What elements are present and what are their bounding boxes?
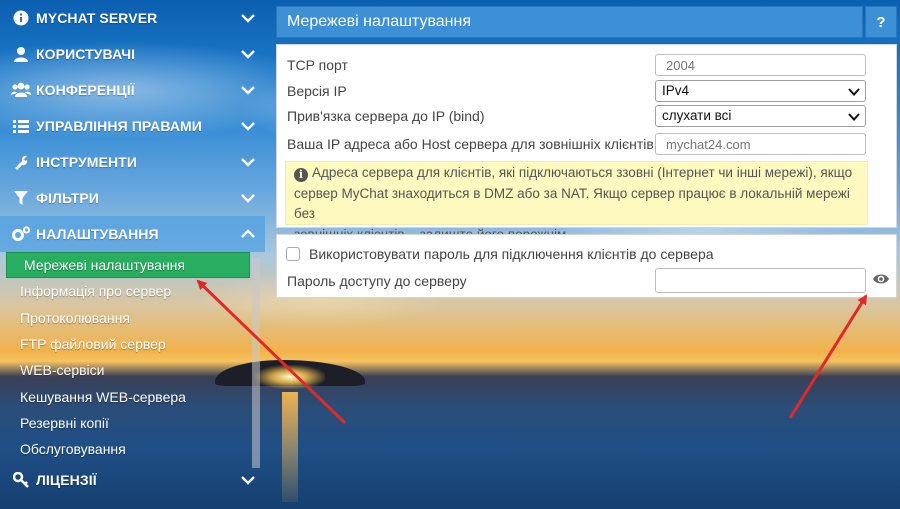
sidebar-item-label: НАЛАШТУВАННЯ xyxy=(36,226,159,242)
user-icon xyxy=(11,45,31,63)
sidebar-item-label: ІНСТРУМЕНТИ xyxy=(36,154,138,170)
sidebar-item-filters[interactable]: ФІЛЬТРИ xyxy=(0,180,265,216)
use-password-checkbox[interactable] xyxy=(286,247,300,261)
ip-version-value: IPv4 xyxy=(662,83,690,98)
sidebar-item-label: ФІЛЬТРИ xyxy=(36,190,99,206)
password-input[interactable] xyxy=(655,268,866,293)
sidebar-item-settings[interactable]: НАЛАШТУВАННЯ xyxy=(0,216,265,252)
chevron-down-icon xyxy=(241,50,255,59)
users-icon xyxy=(11,81,31,99)
sidebar: MYCHAT SERVER КОРИСТУВАЧІ КОНФЕРЕНЦІЇ УП… xyxy=(0,0,265,509)
chevron-down-icon xyxy=(241,14,255,23)
arrow-to-eye-icon xyxy=(788,294,868,419)
info-circle-icon xyxy=(11,9,31,27)
help-button[interactable]: ? xyxy=(865,6,897,38)
ip-version-select[interactable]: IPv4 xyxy=(655,80,866,102)
tcp-port-input[interactable] xyxy=(655,54,866,76)
sidebar-item-licenses[interactable]: ЛІЦЕНЗІЇ xyxy=(0,462,265,498)
sidebar-item-label: КОРИСТУВАЧІ xyxy=(36,46,136,62)
page-title-text: Мережеві налаштування xyxy=(287,13,471,30)
network-settings-panel: TCP порт Версія IP IPv4 Прив'язка сервер… xyxy=(276,44,897,242)
sidebar-item-label: ЛІЦЕНЗІЇ xyxy=(36,472,97,489)
submenu-item-network-settings[interactable]: Мережеві налаштування xyxy=(6,252,250,279)
key-icon xyxy=(11,471,31,489)
chevron-down-icon xyxy=(241,158,255,167)
chevron-down-icon xyxy=(848,113,860,121)
submenu-item-ftp-server[interactable]: FTP файловий сервер xyxy=(0,331,265,357)
hint-line-1: Адреса сервера для клієнтів, які підключ… xyxy=(312,165,853,180)
sidebar-item-users[interactable]: КОРИСТУВАЧІ xyxy=(0,36,265,72)
submenu-item-logging[interactable]: Протоколювання xyxy=(0,305,265,331)
sidebar-item-rights-management[interactable]: УПРАВЛІННЯ ПРАВАМИ xyxy=(0,108,265,144)
bind-select[interactable]: слухати всі xyxy=(655,105,866,127)
external-ip-hint: i Адреса сервера для клієнтів, які підклю… xyxy=(285,161,868,242)
submenu-item-maintenance[interactable]: Обслуговування xyxy=(0,436,265,462)
page-title: Мережеві налаштування xyxy=(276,6,863,38)
external-ip-input[interactable] xyxy=(655,133,866,155)
sidebar-scrollbar[interactable] xyxy=(252,258,260,468)
background-sun xyxy=(255,365,325,389)
eye-icon[interactable] xyxy=(872,272,890,286)
chevron-down-icon xyxy=(241,122,255,131)
bind-value: слухати всі xyxy=(662,108,732,123)
chevron-down-icon xyxy=(848,88,860,96)
submenu-item-web-services[interactable]: WEB-сервіси xyxy=(0,357,265,383)
chevron-down-icon xyxy=(241,86,255,95)
submenu-item-backups[interactable]: Резервні копії xyxy=(0,410,265,436)
external-ip-label: Ваша IP адреса або Host сервера для зовн… xyxy=(287,136,654,152)
password-label: Пароль доступу до серверу xyxy=(287,273,467,289)
chevron-up-icon xyxy=(241,229,255,238)
sidebar-item-label: КОНФЕРЕНЦІЇ xyxy=(36,82,135,98)
ip-version-label: Версія IP xyxy=(287,83,347,99)
use-password-label: Використовувати пароль для підключення к… xyxy=(309,246,714,262)
background-sun-reflection xyxy=(282,392,298,502)
sidebar-item-mychat-server[interactable]: MYCHAT SERVER xyxy=(0,0,265,36)
submenu-item-server-info[interactable]: Інформація про сервер xyxy=(0,278,265,304)
gears-icon xyxy=(11,225,31,243)
wrench-icon xyxy=(11,153,31,171)
sidebar-item-conferences[interactable]: КОНФЕРЕНЦІЇ xyxy=(0,72,265,108)
filter-icon xyxy=(11,189,31,207)
bind-label: Прив'язка сервера до IP (bind) xyxy=(287,108,485,124)
sidebar-item-label: MYCHAT SERVER xyxy=(36,10,158,26)
settings-submenu: Мережеві налаштування Інформація про сер… xyxy=(0,252,265,462)
password-panel: Використовувати пароль для підключення к… xyxy=(276,234,897,298)
chevron-down-icon xyxy=(241,476,255,486)
tcp-port-label: TCP порт xyxy=(287,57,348,73)
sidebar-item-tools[interactable]: ІНСТРУМЕНТИ xyxy=(0,144,265,180)
sidebar-item-label: УПРАВЛІННЯ ПРАВАМИ xyxy=(36,118,202,134)
chevron-down-icon xyxy=(241,194,255,203)
info-icon: i xyxy=(294,168,308,182)
list-icon xyxy=(11,117,31,135)
hint-line-2: сервер MyChat знаходиться в DMZ або за N… xyxy=(294,185,850,222)
submenu-item-web-cache[interactable]: Кешування WEB-сервера xyxy=(0,383,265,409)
